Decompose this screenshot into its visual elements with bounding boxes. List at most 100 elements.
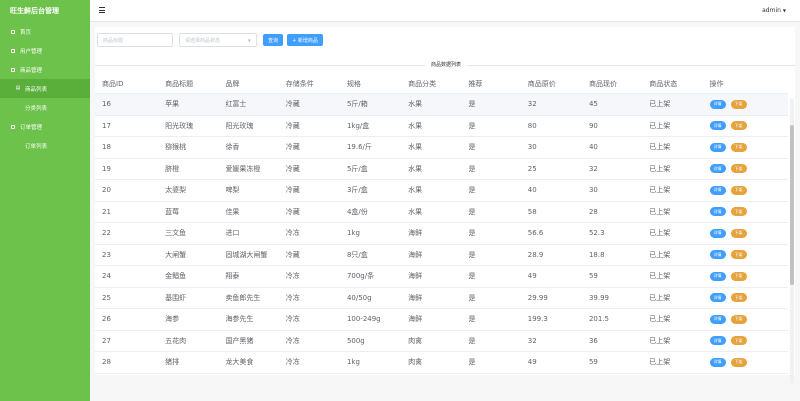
detail-button[interactable]: 详情 xyxy=(709,314,726,324)
unlist-button[interactable]: 下架 xyxy=(730,250,747,260)
status-select[interactable]: 请选择商品状态 ▼ xyxy=(179,33,257,47)
detail-button[interactable]: 详情 xyxy=(709,164,726,174)
table-cell: 三文鱼 xyxy=(165,229,187,238)
table-cell: 56.6 xyxy=(527,229,544,238)
table-cell: 水果 xyxy=(408,143,423,152)
table-cell: 海参先生 xyxy=(225,315,254,324)
title-search-input[interactable]: 商品标题 xyxy=(97,33,173,47)
table-cell: 45 xyxy=(588,100,598,109)
unlist-button[interactable]: 下架 xyxy=(730,293,747,303)
table-cell: 固城湖大闸蟹 xyxy=(225,250,268,259)
app-title: 旺生鲜后台管理 xyxy=(10,7,59,15)
unlist-button[interactable]: 下架 xyxy=(730,271,747,281)
filter-toolbar: 商品标题 请选择商品状态 ▼ 查询 + 新增商品 xyxy=(95,31,323,49)
column-header: 操作 xyxy=(709,80,724,88)
table-cell: 39.99 xyxy=(588,293,610,302)
sidebar-item-order-list[interactable]: 订单列表 xyxy=(0,136,90,155)
detail-button[interactable]: 详情 xyxy=(709,99,726,109)
unlist-button[interactable]: 下架 xyxy=(730,207,747,217)
table-cell: 是 xyxy=(468,143,476,152)
order-icon xyxy=(10,124,16,130)
detail-button[interactable]: 详情 xyxy=(709,142,726,152)
table-cell: 1kg xyxy=(346,229,360,238)
section-divider: 商品数据列表 xyxy=(95,61,795,69)
unlist-button[interactable]: 下架 xyxy=(730,142,747,152)
table-cell: 海鲜 xyxy=(408,250,423,259)
detail-button[interactable]: 详情 xyxy=(709,185,726,195)
table-cell: 水果 xyxy=(408,121,423,130)
table-cell: 22 xyxy=(102,229,111,238)
table-row: 28 猪排 龙大美食 冷冻 1kg 肉禽 是 49 59 已上架 详情 下架 xyxy=(95,352,788,374)
table-cell: 阳光玫瑰 xyxy=(225,121,254,130)
detail-button[interactable]: 详情 xyxy=(709,357,726,367)
column-header: 商品状态 xyxy=(649,80,678,88)
sidebar-item-users[interactable]: 用户管理 xyxy=(0,41,90,60)
table-row: 19 脐橙 爱媛果冻橙 冷藏 5斤/盒 水果 是 25 32 已上架 详情 下架 xyxy=(95,159,788,180)
sidebar-item-label: 首页 xyxy=(20,29,32,36)
scrollbar-thumb[interactable] xyxy=(790,125,794,285)
table-scrollbar[interactable] xyxy=(790,99,794,383)
detail-button[interactable]: 详情 xyxy=(709,207,726,217)
table-cell: 59 xyxy=(588,272,598,281)
sidebar-item-goods-list[interactable]: ▤ 商品列表 xyxy=(0,79,90,98)
unlist-button[interactable]: 下架 xyxy=(730,121,747,131)
sidebar-item-orders[interactable]: 订单管理 xyxy=(0,117,90,136)
add-goods-button[interactable]: + 新增商品 xyxy=(287,34,323,46)
section-title: 商品数据列表 xyxy=(425,61,468,69)
table-cell: 冷冻 xyxy=(285,272,300,281)
sidebar: 旺生鲜后台管理 首页 用户管理 商品管理 ▤ 商品列表 分类列表 订单管理 订单… xyxy=(0,0,90,401)
table-cell: 26 xyxy=(102,315,111,324)
detail-button[interactable]: 详情 xyxy=(709,271,726,281)
table-cell: 40/50g xyxy=(346,293,372,302)
table-row: 25 基围虾 卖鱼郎先生 冷冻 40/50g 海鲜 是 29.99 39.99 已上架 详情 下架 xyxy=(95,288,788,309)
table-cell: 是 xyxy=(468,250,476,259)
detail-button[interactable]: 详情 xyxy=(709,121,726,131)
table-cell: 18.8 xyxy=(588,250,605,259)
table-cell: 太婆梨 xyxy=(165,186,187,195)
sidebar-item-home[interactable]: 首页 xyxy=(0,22,90,41)
row-actions: 详情 下架 xyxy=(703,164,788,174)
search-button[interactable]: 查询 xyxy=(263,34,283,46)
sidebar-item-label: 商品管理 xyxy=(20,67,43,74)
table-cell: 25 xyxy=(527,164,537,173)
sidebar-item-category-list[interactable]: 分类列表 xyxy=(0,98,90,117)
detail-button[interactable]: 详情 xyxy=(709,250,726,260)
unlist-button[interactable]: 下架 xyxy=(730,228,747,238)
table-cell: 40 xyxy=(527,186,537,195)
table-cell: 肉禽 xyxy=(408,358,423,367)
table-cell: 5斤/箱 xyxy=(346,100,368,109)
unlist-button[interactable]: 下架 xyxy=(730,185,747,195)
unlist-button[interactable]: 下架 xyxy=(730,336,747,346)
detail-button[interactable]: 详情 xyxy=(709,228,726,238)
list-icon: ▤ xyxy=(15,85,21,91)
table-cell: 水果 xyxy=(408,186,423,195)
table-cell: 冷冻 xyxy=(285,229,300,238)
table-cell: 冷冻 xyxy=(285,336,300,345)
row-actions: 详情 下架 xyxy=(703,357,788,367)
table-cell: 啤梨 xyxy=(225,186,240,195)
detail-button[interactable]: 详情 xyxy=(709,293,726,303)
sidebar-item-label: 分类列表 xyxy=(25,105,48,112)
user-menu[interactable]: admin ▼ xyxy=(762,7,786,14)
column-header: 推荐 xyxy=(468,80,483,88)
menu-toggle-icon[interactable] xyxy=(99,7,105,13)
table-cell: 猪排 xyxy=(165,358,180,367)
table-cell: 1kg/盒 xyxy=(346,121,370,130)
unlist-button[interactable]: 下架 xyxy=(730,357,747,367)
sidebar-item-goods[interactable]: 商品管理 xyxy=(0,60,90,79)
row-actions: 详情 下架 xyxy=(703,293,788,303)
table-cell: 苹果 xyxy=(165,100,180,109)
table-row: 26 海参 海参先生 冷冻 100-249g 海鲜 是 199.3 201.5 已上架 详情 下架 xyxy=(95,309,788,331)
unlist-button[interactable]: 下架 xyxy=(730,314,747,324)
detail-button[interactable]: 详情 xyxy=(709,336,726,346)
unlist-button[interactable]: 下架 xyxy=(730,164,747,174)
table-cell: 100-249g xyxy=(346,315,381,324)
table-cell: 佳果 xyxy=(225,207,240,216)
table-cell: 49 xyxy=(527,272,537,281)
table-cell: 24 xyxy=(102,272,111,281)
table-cell: 肉禽 xyxy=(408,336,423,345)
table-cell: 是 xyxy=(468,293,476,302)
unlist-button[interactable]: 下架 xyxy=(730,99,747,109)
table-cell: 23 xyxy=(102,250,111,259)
table-cell: 已上架 xyxy=(649,121,671,130)
